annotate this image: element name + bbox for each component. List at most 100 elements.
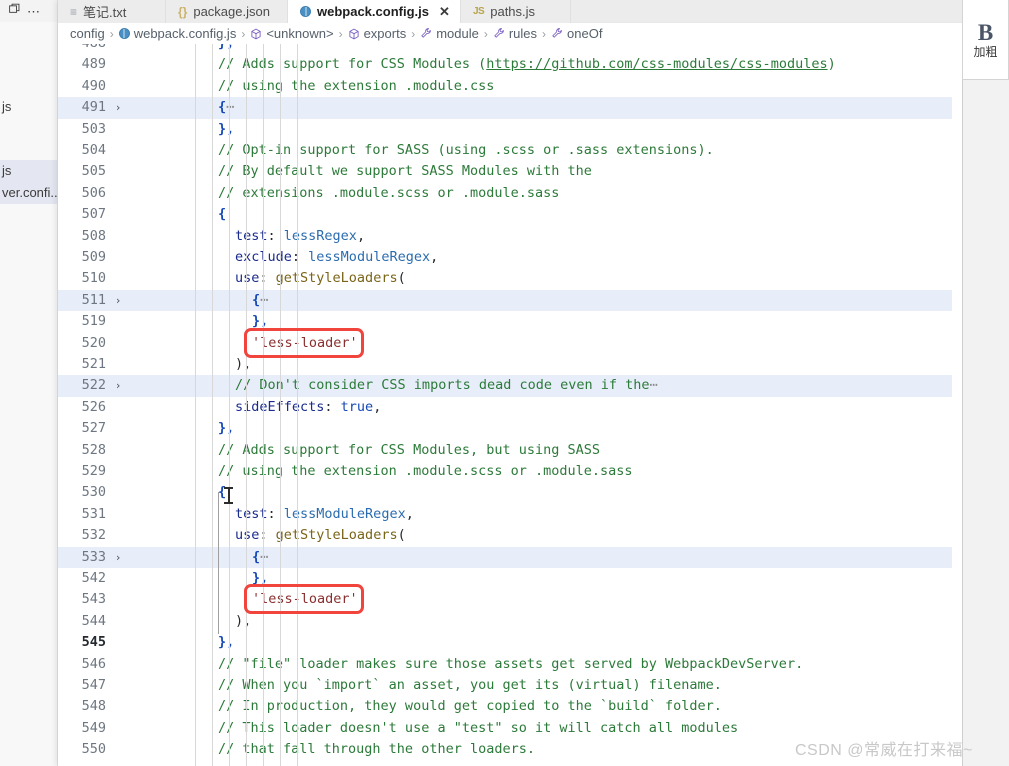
fold-chevron-icon[interactable]: › [112,375,124,396]
line-number: 548 [81,698,106,715]
code-editor[interactable]: 488}, 489 // Adds support for CSS Modules … [58,44,962,766]
code-line[interactable]: 529// using the extension .module.scss o… [58,461,962,482]
code-line[interactable]: 504 // Opt-in support for SASS (using .sc… [58,140,962,161]
code-line[interactable]: 511 › {⋯ [58,289,962,312]
tab-notes-txt[interactable]: ≡ 笔记.txt [58,0,166,23]
code-line-text: test: lessRegex, [235,226,365,247]
code-line[interactable]: 527}, [58,418,962,439]
code-line-text: {⋯ [252,290,268,311]
code-line-text: exclude: lessModuleRegex, [235,247,438,268]
code-line[interactable]: 506 // extensions .module.scss or .module… [58,183,962,204]
code-line[interactable]: 510 use: getStyleLoaders( [58,268,962,289]
line-number: 547 [81,677,106,693]
fold-chevron-icon[interactable]: › [112,97,124,118]
code-line[interactable]: 519}, [58,311,962,332]
csdn-watermark: CSDN @常威在打来福~ [795,742,973,759]
line-number: 543 [81,591,106,608]
breadcrumb-item-exports[interactable]: exports [348,26,406,41]
code-line[interactable]: 532 use: getStyleLoaders( [58,525,962,546]
line-number: 545 [81,634,106,651]
code-line-text: // extensions .module.scss or .module.sa… [218,183,559,204]
code-token: lessRegex [283,227,357,244]
code-line[interactable]: 530{ [58,482,962,503]
list-item[interactable]: js [0,160,57,182]
line-number: 506 [81,184,106,201]
webpack-file-icon [300,6,311,17]
code-line[interactable]: 490 // using the extension .module.css [58,76,962,97]
breadcrumb-label: webpack.config.js [133,26,237,41]
code-line[interactable]: 520 'less-loader' [58,333,962,354]
tab-package-json[interactable]: {} package.json [166,0,288,23]
fold-chevron-icon[interactable]: › [112,547,124,568]
line-number: 531 [81,505,106,522]
code-line[interactable]: 526 sideEffects: true, [58,397,962,418]
code-token: lessModuleRegex [283,505,406,522]
code-line[interactable]: 508 test: lessRegex, [58,226,962,247]
code-line[interactable]: 509 exclude: lessModuleRegex, [58,247,962,268]
code-line-text: // In production, they would get copied … [218,696,722,717]
json-file-icon: {} [178,4,188,19]
close-icon[interactable]: ✕ [439,5,450,18]
line-number: 533 [81,548,106,565]
code-line[interactable]: 503}, [58,119,962,140]
split-editor-icon[interactable] [8,3,21,20]
line-number: 511 [81,291,106,308]
list-item[interactable]: js [0,96,57,118]
code-line-text: }, [218,119,234,140]
code-line[interactable]: 542}, [58,568,962,589]
code-token: { [218,99,227,116]
breadcrumb-label: rules [508,26,538,41]
line-number: 510 [81,270,106,287]
breadcrumb-label: config [70,26,105,41]
code-token: , [243,612,252,629]
code-link[interactable]: https://github.com/css-modules/css-modul… [486,56,827,72]
line-number: 505 [81,163,106,180]
code-token: , [405,505,414,522]
code-line[interactable]: 505 // By default we support SASS Modules… [58,161,962,182]
breadcrumb-item-oneof[interactable]: oneOf [551,26,602,41]
code-line[interactable]: 546 // "file" loader makes sure those ass… [58,654,962,675]
background-explorer-panel: ⋯ js js ver.confi... [0,0,58,766]
tab-paths-js[interactable]: JS paths.js [461,0,571,23]
code-line[interactable]: 507 { [58,204,962,225]
breadcrumb-item-module[interactable]: module [420,26,479,41]
code-line[interactable]: 488}, [58,44,962,54]
code-line[interactable]: 489 // Adds support for CSS Modules (http… [58,54,962,75]
indent-guide [297,44,298,766]
code-line[interactable]: 521), [58,354,962,375]
list-item[interactable]: ver.confi... [0,182,57,204]
code-token: , [356,227,366,244]
code-token: }, [252,313,269,330]
code-line[interactable]: 547 // When you `import` an asset, you ge… [58,675,962,696]
code-token: ( [397,527,406,544]
code-token: // Adds support for CSS Modules, but usi… [218,441,601,458]
background-explorer-tree: js js ver.confi... [0,22,57,766]
bold-tooltip[interactable]: B 加粗 [962,0,1009,80]
code-line[interactable]: 522 › // Don't consider CSS imports dead c… [58,375,962,397]
code-line[interactable]: 544), [58,611,962,632]
breadcrumb-item-unknown[interactable]: <unknown> [250,26,334,41]
code-line[interactable]: 543 'less-loader' [58,589,962,610]
code-line[interactable]: 545}, [58,632,962,653]
breadcrumb-item-config[interactable]: config [70,26,105,41]
code-line[interactable]: 491 › {⋯ [58,97,962,119]
code-token: ( [397,270,406,287]
code-line-text: use: getStyleLoaders( [235,268,406,289]
line-number: 509 [81,249,106,265]
breadcrumb-item-rules[interactable]: rules [493,26,537,41]
code-line[interactable]: 528 // Adds support for CSS Modules, but … [58,440,962,461]
code-line[interactable]: 548 // In production, they would get copi… [58,696,962,717]
code-line-text: {⋯ [252,547,268,568]
code-line-text: sideEffects: true, [235,397,381,418]
code-token: : [267,505,284,522]
code-token: getStyleLoaders [275,270,398,287]
code-line-text: {⋯ [218,97,234,118]
tab-webpack-config-js[interactable]: webpack.config.js ✕ [288,0,461,23]
breadcrumb-item-webpack-config-js[interactable]: webpack.config.js [118,26,237,41]
line-number: 546 [81,655,106,672]
fold-chevron-icon[interactable]: › [112,290,124,311]
code-line[interactable]: 531 test: lessModuleRegex, [58,504,962,525]
code-line[interactable]: 533 › {⋯ [58,546,962,568]
code-line-text: 'less-loader' [252,333,358,354]
ellipsis-icon[interactable]: ⋯ [27,5,41,18]
